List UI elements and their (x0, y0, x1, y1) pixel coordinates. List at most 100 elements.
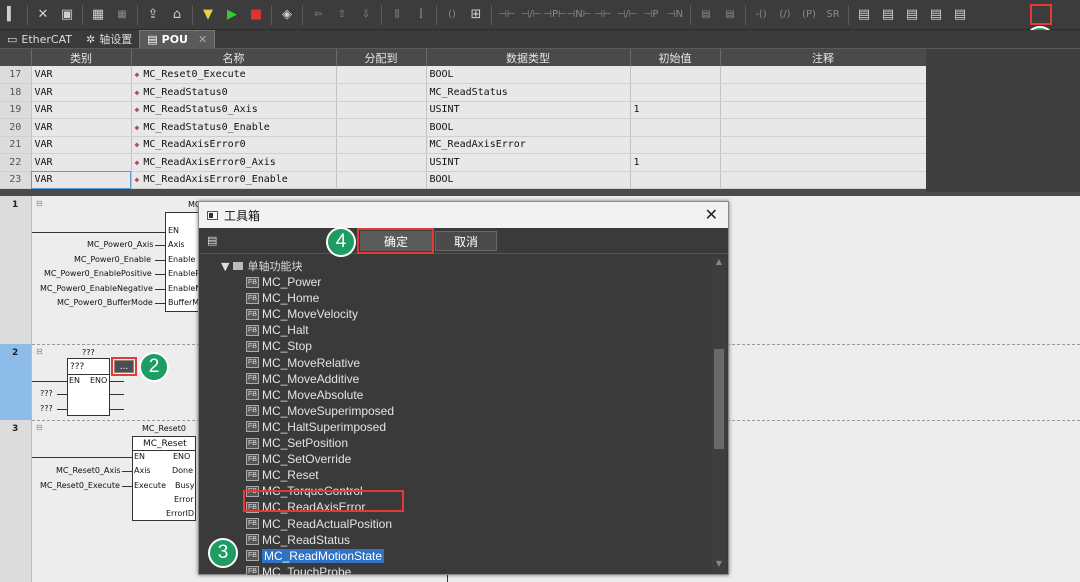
fb-list-item[interactable]: FB MC_MoveAbsolute (246, 387, 363, 403)
table-row[interactable]: 18 VAR ◆ MC_ReadStatus0 MC_ReadStatus (0, 83, 927, 102)
col-assign[interactable]: 分配到 (336, 49, 427, 66)
fb-list-item[interactable]: FB MC_MoveSuperimposed (246, 403, 394, 419)
compile-icon[interactable]: ▼ (196, 4, 220, 26)
contact-n-icon[interactable]: ⊣N⊢ (567, 4, 592, 26)
fb-list-item[interactable]: FB MC_ReadStatus (246, 532, 350, 548)
selection-highlight (243, 490, 404, 512)
col-datatype[interactable]: 数据类型 (426, 49, 631, 66)
fb-list-item[interactable]: FB MC_MoveAdditive (246, 371, 359, 387)
table-row[interactable]: 22 VAR ◆ MC_ReadAxisError0_Axis USINT 1 (0, 153, 927, 172)
debug-icon[interactable]: ◈ (275, 4, 299, 26)
fb-list-item[interactable]: FB MC_Halt (246, 322, 309, 338)
fb-list-item[interactable]: FB MC_Home (246, 290, 319, 306)
coil-nc-icon[interactable]: (/) (773, 4, 797, 26)
close-icon[interactable]: ✕ (705, 205, 718, 224)
box-icon[interactable]: ▤ (694, 4, 718, 26)
fb-list-item[interactable]: FB MC_TouchProbe (246, 564, 351, 575)
expand-icon[interactable]: ⊟ (36, 423, 43, 432)
fb-list-item[interactable]: FB MC_ReadActualPosition (246, 516, 392, 532)
table-row[interactable]: 23 VAR ◆ MC_ReadAxisError0_Enable BOOL (0, 171, 927, 189)
function-block-icon: FB (246, 453, 259, 465)
coil-icon[interactable]: -() (749, 4, 773, 26)
grid-delete-icon[interactable]: ▦ (110, 4, 134, 26)
fb-list-item[interactable]: FB MC_Power (246, 274, 321, 290)
insert-left-icon[interactable]: ⇦ (306, 4, 330, 26)
comment-icon[interactable]: () (440, 4, 464, 26)
fb-insert5-icon[interactable]: ▤ (948, 4, 972, 26)
dialog-title: 工具箱 (224, 208, 261, 223)
stop-icon[interactable]: ■ (244, 4, 268, 26)
scroll-up-icon[interactable]: ▲ (712, 257, 726, 271)
input-label[interactable]: MC_Reset0_Execute (40, 481, 120, 490)
fb-insert2-icon[interactable]: ▤ (876, 4, 900, 26)
fb-list-item[interactable]: FB MC_SetPosition (246, 435, 348, 451)
fb-list-item[interactable]: FB MC_Stop (246, 338, 312, 354)
run-icon[interactable]: ▶ (220, 4, 244, 26)
dialog-toolbar: ▤ 确定 取消 (199, 228, 728, 254)
table-row[interactable]: 17 VAR ◆ MC_Reset0_Execute BOOL (0, 66, 927, 84)
contact-parnc-icon[interactable]: ⊣/⊢ (615, 4, 639, 26)
cancel-button[interactable]: 取消 (435, 231, 497, 251)
move-down-icon[interactable]: ⇩ (354, 4, 378, 26)
contact-parn-icon[interactable]: ⊣N (663, 4, 687, 26)
input-label[interactable]: MC_Power0_BufferMode (57, 298, 153, 307)
table-row[interactable]: 20 VAR ◆ MC_ReadStatus0_Enable BOOL (0, 118, 927, 137)
insert-fb-icon[interactable]: ▤ (924, 4, 948, 26)
table-row[interactable]: 19 VAR ◆ MC_ReadStatus0_Axis USINT 1 (0, 101, 927, 119)
paste-icon[interactable]: ▣ (55, 4, 79, 26)
set-reset-icon[interactable]: SR (821, 4, 845, 26)
tab-close-icon[interactable]: ✕ (198, 33, 207, 46)
tree-folder[interactable]: ▼ 单轴功能块 (221, 258, 302, 274)
branch-end-icon[interactable]: ⫿ (409, 4, 433, 26)
contact-nc-icon[interactable]: ⊣/⊢ (519, 4, 543, 26)
col-category[interactable]: 类别 (31, 49, 132, 66)
expand-icon[interactable]: ⊟ (36, 199, 43, 208)
branch-icon[interactable]: ⫼ (385, 4, 409, 26)
function-block-icon: FB (246, 405, 259, 417)
scroll-thumb[interactable] (714, 349, 724, 449)
menu-grip-icon[interactable]: ▍ (0, 4, 24, 26)
col-name[interactable]: 名称 (131, 49, 337, 66)
fb-insert-icon[interactable]: ▤ (852, 4, 876, 26)
tab-pou[interactable]: ▤ POU ✕ (139, 30, 216, 48)
fb-insert3-icon[interactable]: ▤ (900, 4, 924, 26)
lock-icon[interactable]: ⌂ (165, 4, 189, 26)
col-initial[interactable]: 初始值 (630, 49, 721, 66)
input-label[interactable]: MC_Power0_EnablePositive (44, 269, 152, 278)
fb-list-item[interactable]: FB MC_SetOverride (246, 451, 351, 467)
tab-ethercat[interactable]: ▭ EtherCAT (0, 30, 79, 48)
input-label[interactable]: MC_Power0_EnableNegative (40, 284, 153, 293)
contact-parp-icon[interactable]: ⊣P (639, 4, 663, 26)
fb-list-item[interactable]: FB MC_HaltSuperimposed (246, 419, 386, 435)
contact-no-icon[interactable]: ⊣⊢ (495, 4, 519, 26)
fb-list-item[interactable]: FB MC_MoveVelocity (246, 306, 358, 322)
grid-icon[interactable]: ▦ (86, 4, 110, 26)
fb-list-item[interactable]: FB MC_Reset (246, 467, 319, 483)
fb-list-item[interactable]: FB MC_ReadMotionState (246, 548, 385, 564)
move-up-icon[interactable]: ⇧ (330, 4, 354, 26)
close-icon[interactable]: ✕ (31, 4, 55, 26)
rung-gutter[interactable] (0, 420, 32, 582)
coil-p-icon[interactable]: (P) (797, 4, 821, 26)
upload-icon[interactable]: ⇪ (141, 4, 165, 26)
contact-par-icon[interactable]: ⊣⊢ (591, 4, 615, 26)
input-label[interactable]: MC_Reset0_Axis (56, 466, 121, 475)
tab-axis-settings[interactable]: ✲ 轴设置 (79, 30, 139, 48)
table-row[interactable]: 21 VAR ◆ MC_ReadAxisError0 MC_ReadAxisError (0, 136, 927, 154)
block-icon[interactable]: ⊞ (464, 4, 488, 26)
dialog-titlebar[interactable]: 工具箱 ✕ (199, 202, 728, 228)
input-label[interactable]: MC_Power0_Axis (87, 240, 153, 249)
scrollbar[interactable]: ▲ ▼ (712, 257, 726, 573)
contact-p-icon[interactable]: ⊣P⊢ (543, 4, 567, 26)
add-library-icon[interactable]: ▤ (207, 234, 217, 247)
box2-icon[interactable]: ▤ (718, 4, 742, 26)
function-block-icon: FB (246, 340, 259, 352)
input-label[interactable]: MC_Power0_Enable (74, 255, 151, 264)
variable-icon: ◆ (134, 122, 140, 132)
col-comment[interactable]: 注释 (720, 49, 927, 66)
variable-icon: ◆ (134, 105, 140, 115)
rung-gutter[interactable] (0, 196, 32, 344)
fb-list-item[interactable]: FB MC_MoveRelative (246, 355, 360, 371)
expand-icon[interactable]: ⊟ (36, 347, 43, 356)
scroll-down-icon[interactable]: ▼ (712, 559, 726, 573)
